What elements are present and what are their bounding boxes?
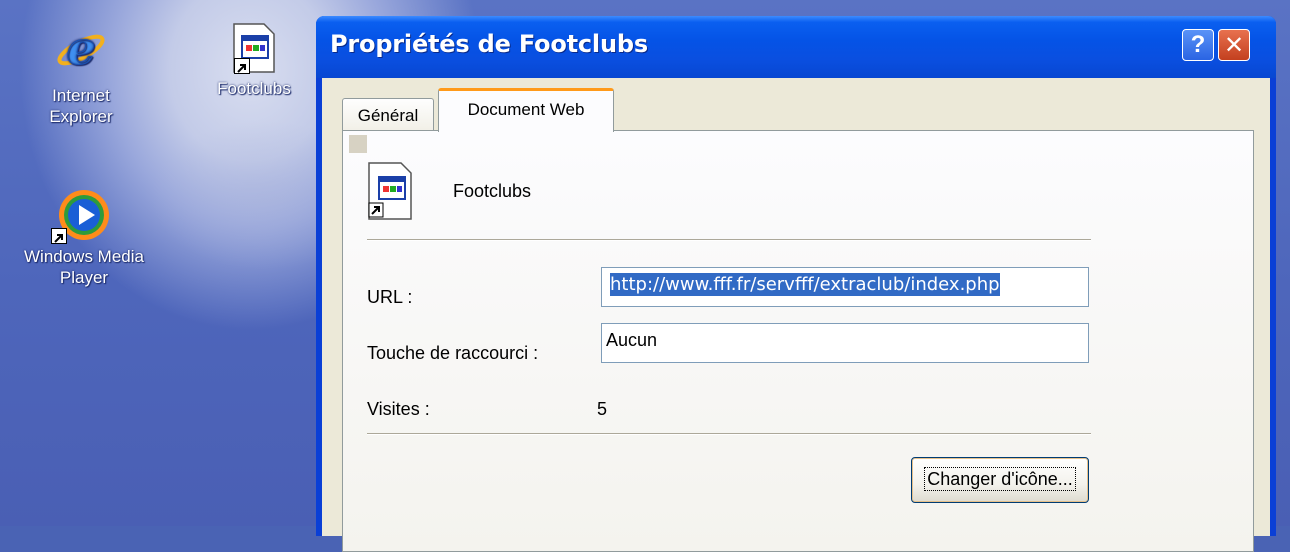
properties-dialog: Propriétés de Footclubs ? ✕ Général Foot… bbox=[316, 16, 1276, 552]
separator bbox=[367, 239, 1091, 241]
tab-general[interactable]: Général bbox=[342, 98, 434, 132]
help-button[interactable]: ? bbox=[1182, 29, 1214, 61]
url-field[interactable]: http://www.fff.fr/servfff/extraclub/inde… bbox=[601, 267, 1089, 307]
separator bbox=[367, 433, 1091, 435]
web-document-icon bbox=[368, 162, 412, 220]
panel-marker bbox=[349, 135, 367, 153]
active-tab-join bbox=[439, 130, 613, 132]
desktop-icon-label: Internet bbox=[52, 86, 110, 105]
desktop-icon-label: Explorer bbox=[49, 107, 113, 126]
dialog-titlebar[interactable]: Propriétés de Footclubs ? ✕ bbox=[316, 16, 1276, 78]
visits-value: 5 bbox=[597, 399, 608, 419]
desktop-icon-label: Footclubs bbox=[217, 79, 291, 98]
desktop-icon-windows-media-player[interactable]: Windows Media Player bbox=[0, 188, 168, 288]
shortcut-arrow-icon bbox=[51, 228, 67, 244]
visits-label: Visites : bbox=[367, 399, 430, 419]
close-button[interactable]: ✕ bbox=[1218, 29, 1250, 61]
internet-explorer-icon: e bbox=[57, 21, 105, 76]
url-label: URL : bbox=[367, 287, 413, 307]
shortcut-arrow-icon bbox=[234, 58, 250, 74]
svg-text:e: e bbox=[66, 21, 95, 75]
dialog-client-area: Général Footclubs URL : http://www.fff.f… bbox=[322, 78, 1270, 552]
shortcut-key-label: Touche de raccourci : bbox=[367, 343, 539, 363]
change-icon-button[interactable]: Changer d'icône... bbox=[911, 457, 1089, 503]
dialog-title: Propriétés de Footclubs bbox=[330, 30, 648, 58]
change-icon-button-label: Changer d'icône... bbox=[924, 467, 1076, 491]
shortcut-key-field[interactable]: Aucun bbox=[601, 323, 1089, 363]
tab-panel-document-web: Footclubs URL : http://www.fff.fr/servff… bbox=[342, 130, 1254, 552]
desktop-icon-internet-explorer[interactable]: e Internet Explorer bbox=[36, 20, 126, 127]
tab-document-web[interactable]: Document Web bbox=[438, 88, 614, 132]
desktop-icon-footclubs[interactable]: Footclubs bbox=[200, 22, 308, 99]
desktop-icon-label: Windows Media bbox=[24, 247, 144, 266]
url-field-selected-text: http://www.fff.fr/servfff/extraclub/inde… bbox=[610, 273, 1000, 296]
desktop-icon-label: Player bbox=[59, 268, 109, 287]
file-name: Footclubs bbox=[453, 181, 532, 201]
